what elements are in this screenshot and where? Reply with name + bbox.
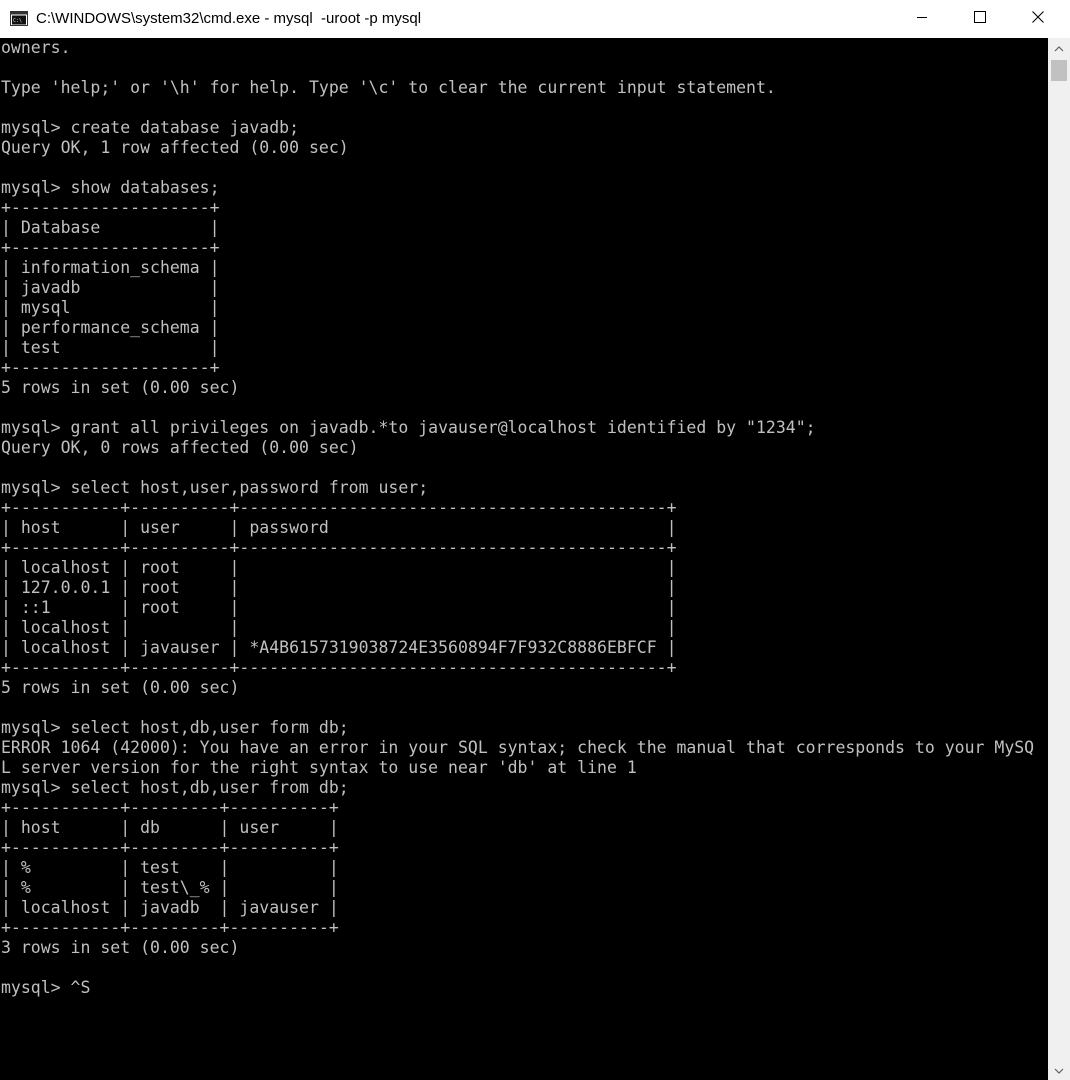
console-line: | localhost | javadb | javauser |: [1, 898, 339, 917]
console-line: | localhost | javauser | *A4B61573190387…: [1, 638, 677, 657]
close-icon: [1032, 10, 1044, 28]
console-line: | Database |: [1, 218, 220, 237]
console-line: | performance_schema |: [1, 318, 220, 337]
scroll-up-button[interactable]: [1048, 38, 1070, 58]
console-line: +-----------+---------+----------+: [1, 918, 339, 937]
console-line: mysql> select host,db,user from db;: [1, 778, 349, 797]
svg-text:C:\: C:\: [13, 18, 22, 24]
window-title: C:\WINDOWS\system32\cmd.exe - mysql -uro…: [36, 10, 422, 27]
console-output[interactable]: owners. Type 'help;' or '\h' for help. Ty…: [0, 38, 1048, 1080]
console-line: mysql> select host,db,user form db;: [1, 718, 349, 737]
minimize-icon: [916, 10, 928, 28]
console-line: | javadb |: [1, 278, 220, 297]
console-line: +-----------+----------+----------------…: [1, 658, 677, 677]
console-line: mysql> show databases;: [1, 178, 220, 197]
console-line: mysql> ^S: [1, 978, 91, 997]
scroll-down-button[interactable]: [1048, 1060, 1070, 1080]
cmd-window: C:\ C:\WINDOWS\system32\cmd.exe - mysql …: [0, 0, 1070, 1080]
maximize-icon: [974, 10, 986, 28]
console-line: +-----------+---------+----------+: [1, 838, 339, 857]
console-line: 5 rows in set (0.00 sec): [1, 678, 240, 697]
console-line: mysql> create database javadb;: [1, 118, 300, 137]
console-line: | information_schema |: [1, 258, 220, 277]
console-line: 3 rows in set (0.00 sec): [1, 938, 240, 957]
console-line: Query OK, 1 row affected (0.00 sec): [1, 138, 349, 157]
console-line: | mysql |: [1, 298, 220, 317]
console-line: +-----------+----------+----------------…: [1, 538, 677, 557]
scroll-thumb[interactable]: [1051, 60, 1067, 81]
console-line: | host | db | user |: [1, 818, 339, 837]
console-line: mysql> grant all privileges on javadb.*t…: [1, 418, 816, 437]
console-line: | host | user | password |: [1, 518, 677, 537]
scroll-down-arrow-icon: [1054, 1061, 1064, 1079]
close-button[interactable]: [1009, 0, 1067, 38]
console-line: | ::1 | root | |: [1, 598, 677, 617]
console-line: | 127.0.0.1 | root | |: [1, 578, 677, 597]
console-line: +--------------------+: [1, 238, 220, 257]
console-line: | % | test | |: [1, 858, 339, 877]
console-line: +--------------------+: [1, 198, 220, 217]
scroll-up-arrow-icon: [1054, 39, 1064, 57]
console-line: Query OK, 0 rows affected (0.00 sec): [1, 438, 359, 457]
console-line: ERROR 1064 (42000): You have an error in…: [1, 738, 1035, 757]
console-line: owners.: [1, 38, 71, 57]
console-line: +-----------+---------+----------+: [1, 798, 339, 817]
console-line: +--------------------+: [1, 358, 220, 377]
cmd-icon[interactable]: C:\: [10, 11, 28, 26]
console-line: 5 rows in set (0.00 sec): [1, 378, 240, 397]
console-line: mysql> select host,user,password from us…: [1, 478, 429, 497]
console-line: | test |: [1, 338, 220, 357]
console-line: L server version for the right syntax to…: [1, 758, 637, 777]
title-bar[interactable]: C:\ C:\WINDOWS\system32\cmd.exe - mysql …: [0, 0, 1070, 39]
console-line: Type 'help;' or '\h' for help. Type '\c'…: [1, 78, 776, 97]
console-line: | localhost | | |: [1, 618, 677, 637]
minimize-button[interactable]: [893, 0, 951, 38]
console-line: | localhost | root | |: [1, 558, 677, 577]
console-line: +-----------+----------+----------------…: [1, 498, 677, 517]
vertical-scrollbar[interactable]: [1048, 38, 1070, 1080]
maximize-button[interactable]: [951, 0, 1009, 38]
console-line: | % | test\_% | |: [1, 878, 339, 897]
